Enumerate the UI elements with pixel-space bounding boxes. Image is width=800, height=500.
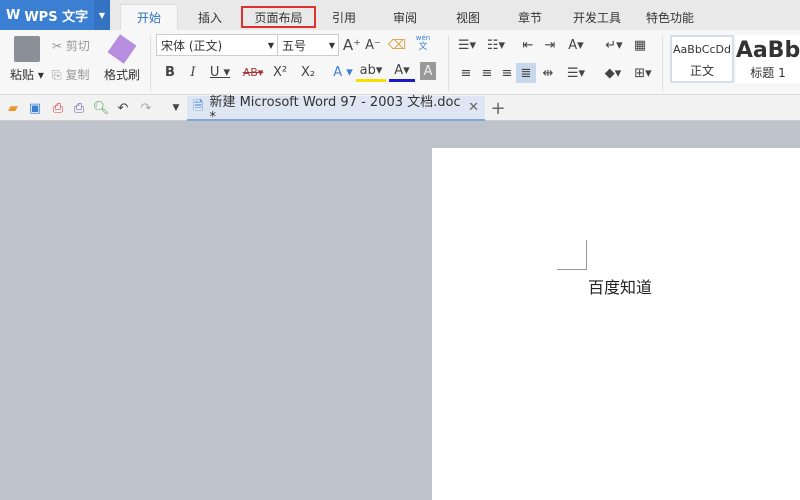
clear-format-icon[interactable]: ⌫	[387, 35, 407, 55]
shrink-font-icon[interactable]: A⁻	[363, 35, 383, 55]
format-painter-button[interactable]: 格式刷	[104, 66, 140, 83]
grow-font-icon[interactable]: A⁺	[342, 35, 362, 55]
superscript-icon[interactable]: X²	[270, 62, 290, 82]
line-spacing-icon[interactable]: ☰▾	[564, 63, 588, 83]
document-tab-title: 新建 Microsoft Word 97 - 2003 文档.doc *	[209, 94, 461, 125]
justify-icon[interactable]: ≣	[516, 63, 536, 83]
margin-corner-mark	[557, 240, 587, 270]
word-doc-icon: 🗎︎	[193, 98, 204, 114]
document-tab[interactable]: 🗎︎ 新建 Microsoft Word 97 - 2003 文档.doc * ✕	[187, 95, 485, 125]
wps-menu-button[interactable]: W WPS 文字 ▼	[0, 0, 110, 30]
wps-logo-icon: W	[6, 7, 21, 23]
strikethrough-icon[interactable]: AB▾	[240, 62, 266, 82]
tab-developer[interactable]: 开发工具	[567, 4, 627, 30]
style-normal[interactable]: AaBbCcDd 正文	[670, 35, 734, 83]
print-icon[interactable]: ⎙	[69, 98, 89, 118]
highlight-icon[interactable]: ab▾	[356, 62, 386, 82]
menu-tab-bar: W WPS 文字 ▼ 开始 插入 页面布局 引用 审阅 视图 章节 开发工具 特色功…	[0, 0, 800, 30]
font-name-select[interactable]: 宋体 (正文) ▼	[156, 34, 278, 56]
table-icon[interactable]: ▦	[630, 35, 650, 55]
chevron-down-icon[interactable]: ▼	[94, 0, 110, 30]
chevron-down-icon: ▼	[328, 40, 335, 50]
print-preview-icon[interactable]: 🔍︎	[91, 98, 111, 118]
tab-home[interactable]: 开始	[120, 4, 178, 30]
change-case-icon[interactable]: A▾	[564, 35, 588, 55]
tab-view[interactable]: 视图	[446, 4, 490, 30]
copy-button[interactable]: ⎘ 复制	[52, 66, 89, 83]
text-effect-icon[interactable]: A ▾	[328, 62, 358, 82]
undo-icon[interactable]: ↶	[113, 98, 133, 118]
numbered-list-icon[interactable]: ☷▾	[484, 35, 508, 55]
divider	[448, 36, 449, 91]
style-label: 标题 1	[750, 66, 786, 80]
save-icon[interactable]: ▣	[25, 98, 45, 118]
decrease-indent-icon[interactable]: ⇤	[518, 35, 538, 55]
underline-icon[interactable]: U ▾	[205, 62, 235, 82]
style-preview: AaBbCcDd	[673, 43, 731, 56]
document-text[interactable]: 百度知道	[588, 274, 652, 298]
redo-icon[interactable]: ↷	[136, 98, 156, 118]
cut-button[interactable]: ✂ 剪切	[52, 37, 90, 54]
divider	[662, 36, 663, 91]
new-tab-icon[interactable]: +	[488, 98, 508, 119]
italic-icon[interactable]: I	[183, 62, 203, 82]
paste-button[interactable]: 粘贴 ▾	[10, 66, 44, 83]
style-heading-1[interactable]: AaBb 标题 1	[736, 35, 800, 83]
style-label: 正文	[689, 64, 714, 78]
tab-insert[interactable]: 插入	[185, 4, 235, 30]
tab-special[interactable]: 特色功能	[640, 4, 700, 30]
tab-review[interactable]: 审阅	[383, 4, 427, 30]
bold-icon[interactable]: B	[160, 62, 180, 82]
customize-dropdown-icon[interactable]: ▼	[166, 98, 186, 118]
align-left-icon[interactable]: ≡	[456, 63, 476, 83]
align-center-icon[interactable]: ≡	[477, 63, 497, 83]
increase-indent-icon[interactable]: ⇥	[540, 35, 560, 55]
align-right-icon[interactable]: ≡	[497, 63, 517, 83]
char-shading-icon[interactable]: A	[420, 62, 436, 80]
export-pdf-icon[interactable]: ⎙	[48, 98, 68, 118]
chevron-down-icon: ▼	[267, 40, 274, 50]
font-color-icon[interactable]: A▾	[389, 62, 415, 82]
style-preview: AaBb	[736, 38, 800, 63]
app-menu-label: WPS 文字	[24, 9, 89, 25]
distributed-icon[interactable]: ⇹	[538, 63, 558, 83]
open-icon[interactable]: ▰	[3, 98, 23, 118]
close-icon[interactable]: ✕	[468, 100, 479, 115]
tab-page-layout[interactable]: 页面布局	[241, 6, 316, 28]
copy-icon: ⎘	[52, 68, 62, 82]
font-size-select[interactable]: 五号 ▼	[277, 34, 339, 56]
phonetic-guide-button[interactable]: wén 文	[413, 33, 433, 53]
divider	[150, 36, 151, 91]
border-icon[interactable]: ⊞▾	[630, 63, 656, 83]
document-page[interactable]	[432, 148, 800, 500]
paste-icon[interactable]	[14, 36, 40, 62]
tab-references[interactable]: 引用	[322, 4, 366, 30]
scissors-icon: ✂	[52, 39, 63, 53]
tab-section[interactable]: 章节	[508, 4, 552, 30]
shading-icon[interactable]: ◆▾	[600, 63, 626, 83]
subscript-icon[interactable]: X₂	[298, 62, 318, 82]
bullet-list-icon[interactable]: ☰▾	[455, 35, 479, 55]
paragraph-mark-icon[interactable]: ↵▾	[602, 35, 626, 55]
